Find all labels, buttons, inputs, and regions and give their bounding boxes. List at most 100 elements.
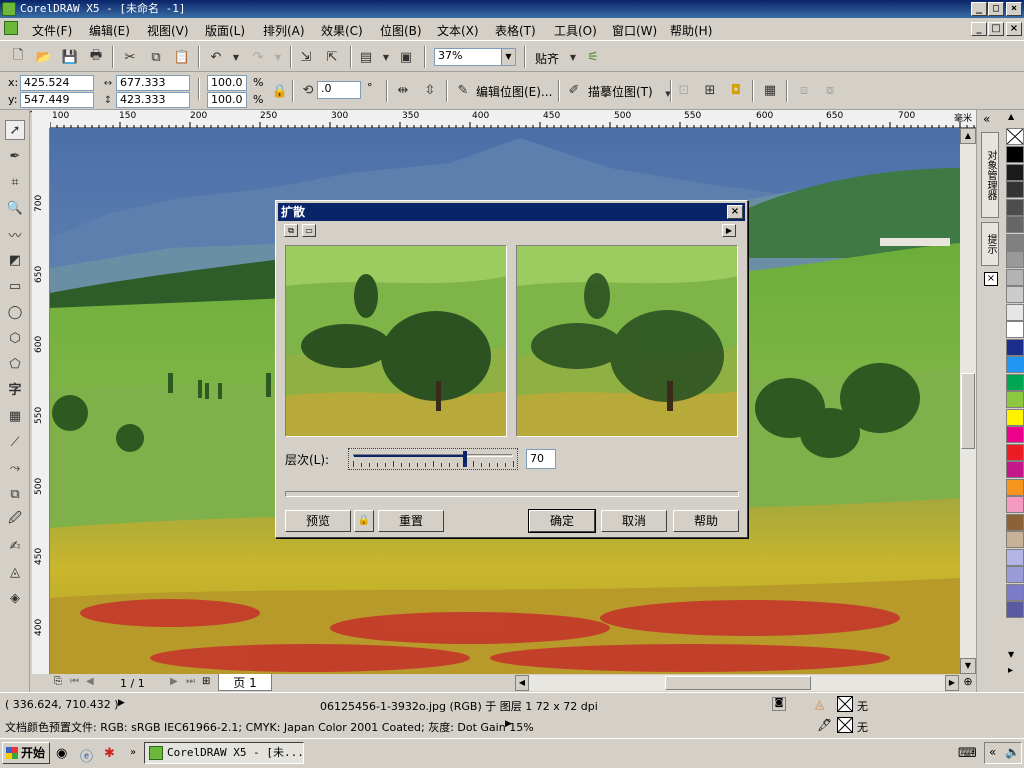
ie-quicklaunch-icon[interactable]: ⓔ [80, 746, 93, 765]
rotation-angle-field[interactable]: .0 [317, 81, 361, 99]
color-swatch[interactable] [1006, 338, 1024, 356]
menu-bitmaps[interactable]: 位图(B) [380, 22, 422, 39]
freehand-tool-icon[interactable]: 〰 [5, 224, 25, 244]
scroll-down-icon[interactable]: ▼ [960, 658, 976, 674]
color-proof-icon[interactable]: ◙ [772, 697, 786, 711]
result-preview[interactable] [516, 245, 738, 437]
color-swatch[interactable] [1006, 583, 1024, 601]
application-launcher-icon[interactable]: ▤ [358, 49, 374, 65]
smart-fill-tool-icon[interactable]: ◩ [5, 250, 25, 270]
expand-dialog-icon[interactable]: ▶ [722, 224, 736, 237]
next-page-icon[interactable]: ▶ [170, 676, 178, 687]
lock-ratio-icon[interactable]: 🔒 [272, 83, 288, 99]
polygon-tool-icon[interactable]: ⬡ [5, 328, 25, 348]
scale-y-field[interactable]: 100.0 [207, 92, 247, 108]
page-tab[interactable]: 页 1 [218, 674, 272, 691]
width-field[interactable]: 677.333 mm [116, 75, 190, 103]
previous-page-icon[interactable]: ◀ [86, 676, 94, 687]
palette-scroll-down-icon[interactable]: ▼ [1008, 650, 1014, 659]
import-icon[interactable]: ⇲ [298, 49, 314, 65]
undo-icon[interactable]: ↶ [208, 49, 224, 65]
scroll-left-icon[interactable]: ◀ [515, 675, 529, 691]
original-preview[interactable] [285, 245, 507, 437]
color-swatch[interactable] [1006, 373, 1024, 391]
start-button[interactable]: 开始 [2, 742, 50, 764]
keyboard-tray-icon[interactable]: ⌨ [958, 746, 977, 761]
color-swatch[interactable] [1006, 408, 1024, 426]
fill-tool-icon[interactable]: ◬ [5, 562, 25, 582]
maximize-button[interactable]: □ [988, 2, 1004, 16]
horizontal-scrollbar[interactable]: ◀ ▶ [515, 675, 959, 691]
first-page-icon[interactable]: ⏮ [70, 676, 79, 687]
object-manager-tab[interactable]: 对象管理器 [981, 132, 999, 218]
doc-minimize-button[interactable]: _ [971, 22, 987, 36]
color-swatch[interactable] [1006, 321, 1024, 338]
eyedropper-tool-icon[interactable]: 🖉 [5, 510, 25, 530]
chrome-quicklaunch-icon[interactable]: ◉ [56, 746, 67, 761]
horizontal-scroll-thumb[interactable] [665, 676, 811, 690]
dialog-close-button[interactable]: × [727, 205, 743, 219]
outline-pen-tool-icon[interactable]: ✍ [5, 536, 25, 556]
color-swatch[interactable] [1006, 163, 1024, 181]
menu-layout[interactable]: 版面(L) [205, 22, 245, 39]
color-swatch[interactable] [1006, 303, 1024, 321]
color-swatch[interactable] [1006, 601, 1024, 618]
redo-icon[interactable]: ↷ [250, 49, 266, 65]
cancel-button[interactable]: 取消 [601, 510, 667, 532]
preview-button[interactable]: 预览 [285, 510, 351, 532]
ellipse-tool-icon[interactable]: ◯ [5, 302, 25, 322]
palette-flyout-icon[interactable]: ▸ [1008, 665, 1013, 676]
menu-tools[interactable]: 工具(O) [554, 22, 597, 39]
color-swatch[interactable] [1006, 426, 1024, 443]
table-tool-icon[interactable]: ▦ [5, 406, 25, 426]
connector-tool-icon[interactable]: ⤳ [5, 458, 25, 478]
doc-close-button[interactable]: × [1006, 22, 1022, 36]
snap-to-label[interactable]: 贴齐 [535, 50, 559, 67]
menu-file[interactable]: 文件(F) [32, 22, 72, 39]
color-swatch[interactable] [1006, 513, 1024, 531]
color-swatch[interactable] [1006, 286, 1024, 303]
menu-help[interactable]: 帮助(H) [670, 22, 712, 39]
color-swatch[interactable] [1006, 478, 1024, 496]
to-back-icon[interactable]: ⧇ [822, 82, 838, 98]
ok-button[interactable]: 确定 [528, 509, 596, 533]
new-document-icon[interactable]: 🗋 [10, 48, 26, 65]
coords-flyout-icon[interactable]: ▶ [118, 698, 125, 708]
color-swatch[interactable] [1006, 233, 1024, 251]
horizontal-ruler[interactable]: 100 150 200 250 300 350 400 450 500 550 … [50, 110, 976, 128]
zoom-dropdown-icon[interactable]: ▼ [501, 49, 515, 65]
trace-bitmap-button[interactable]: 描摹位图(T) [588, 83, 653, 100]
scroll-right-icon[interactable]: ▶ [945, 675, 959, 691]
volume-tray-icon[interactable]: 🔈 [1005, 745, 1020, 759]
vertical-scrollbar[interactable]: ▲ ▼ [960, 128, 976, 674]
redo-dropdown-icon[interactable]: ▼ [270, 49, 286, 65]
menu-view[interactable]: 视图(V) [147, 22, 189, 39]
x-position-field[interactable]: 425.524 mm [20, 75, 94, 103]
close-button[interactable]: × [1006, 2, 1022, 16]
paste-icon[interactable]: 📋 [174, 49, 190, 65]
ruler-corner[interactable] [32, 110, 50, 128]
vertical-scroll-thumb[interactable] [961, 373, 975, 449]
scroll-up-icon[interactable]: ▲ [960, 128, 976, 144]
edit-bitmap-button[interactable]: 编辑位图(E)... [476, 83, 552, 100]
doc-restore-button[interactable]: □ [988, 22, 1004, 36]
scale-x-field[interactable]: 100.0 [207, 75, 247, 91]
fill-none-swatch[interactable] [837, 696, 853, 712]
zoom-tool-icon[interactable]: 🔍 [5, 198, 25, 218]
text-tool-icon[interactable]: 字 [5, 378, 25, 398]
trace-bitmap-icon[interactable]: ✐ [566, 82, 582, 98]
snap-dropdown-icon[interactable]: ▼ [565, 49, 581, 65]
menu-arrange[interactable]: 排列(A) [263, 22, 305, 39]
y-position-field[interactable]: 547.449 mm [20, 92, 94, 120]
save-icon[interactable]: 💾 [62, 49, 78, 65]
help-button[interactable]: 帮助 [673, 510, 739, 532]
zoom-level-select[interactable]: 37% ▼ [434, 48, 516, 66]
reset-button[interactable]: 重置 [378, 510, 444, 532]
color-swatch[interactable] [1006, 216, 1024, 233]
color-swatch[interactable] [1006, 496, 1024, 513]
navigator-icon[interactable]: ⊕ [960, 675, 976, 691]
vertical-ruler[interactable]: 700 650 600 550 500 450 400 [32, 128, 50, 674]
pick-tool-icon[interactable]: ➚ [5, 120, 25, 140]
resample-icon[interactable]: ⊞ [702, 82, 718, 98]
color-swatch[interactable] [1006, 146, 1024, 163]
